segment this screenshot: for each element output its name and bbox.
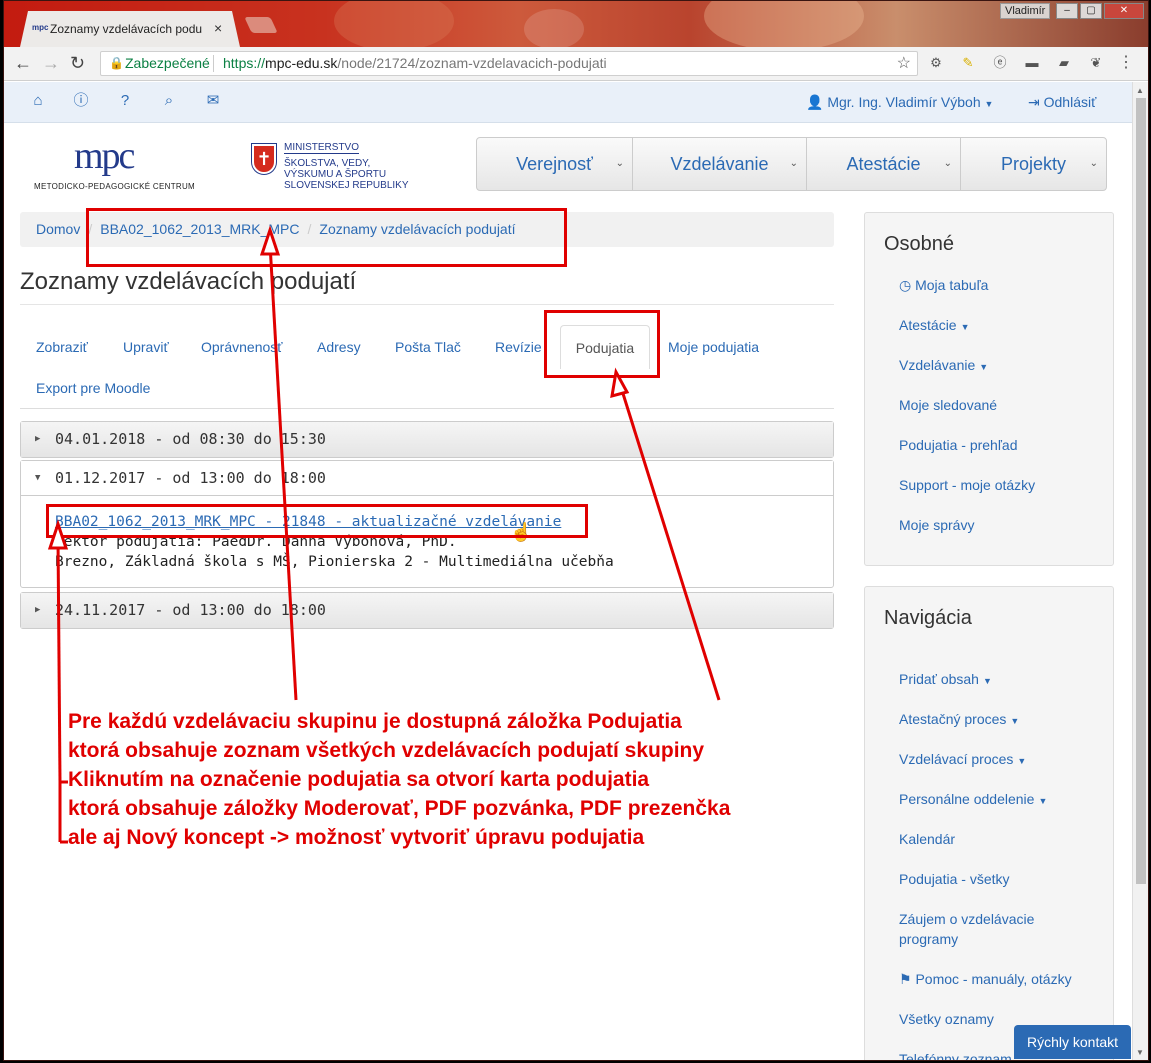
extension-pen-icon[interactable]: ✎ [960,55,976,71]
scroll-down-icon: ▼ [1136,1048,1144,1057]
extension-bar-icon[interactable]: ▬ [1024,55,1040,71]
menu-dots-icon[interactable]: ⋮ [1118,55,1134,71]
forward-icon[interactable]: → [42,53,60,74]
minimize-button[interactable]: – [1056,3,1078,19]
maximize-button[interactable]: ▢ [1080,3,1102,19]
lock-icon: 🔒 [109,56,124,70]
extension-e-icon[interactable]: ⓔ [992,55,1008,71]
scrollbar-thumb[interactable] [1136,98,1146,884]
browser-toolbar: ← → ↻ 🔒 Zabezpečené https://mpc-edu.sk/n… [4,47,1148,81]
url-text: https://mpc-edu.sk/node/21724/zoznam-vzd… [223,55,607,71]
close-tab-icon[interactable]: × [214,20,222,36]
secure-label: Zabezpečené [125,55,210,71]
page-content: ⌂ ⓘ ? ⌕ ✉ 👤 Mgr. Ing. Vladimír Výboh ▼ ⇥… [4,82,1132,1060]
profile-label[interactable]: Vladimír [1000,3,1051,19]
close-window-button[interactable]: ✕ [1104,3,1144,19]
tab-title: Zoznamy vzdelávacích podu [50,22,203,36]
annotation-text: Pre každú vzdelávaciu skupinu je dostupn… [68,710,731,849]
address-bar[interactable]: 🔒 Zabezpečené https://mpc-edu.sk/node/21… [100,51,918,76]
browser-window: mpc Zoznamy vzdelávacích podu × Vladimír… [3,0,1149,1061]
reload-icon[interactable]: ↻ [70,53,85,74]
back-icon[interactable]: ← [14,53,32,74]
favicon-icon: mpc [32,23,49,32]
annotation-arrows [47,225,721,844]
browser-tab[interactable]: mpc Zoznamy vzdelávacích podu × [20,11,240,47]
bookmark-star-icon[interactable]: ☆ [897,52,911,75]
extension-pdf-icon[interactable]: ▰ [1056,55,1072,71]
new-tab-button[interactable] [244,17,278,33]
extension-leaf-icon[interactable]: ❦ [1088,55,1104,71]
extension-gear-icon[interactable]: ⚙ [928,55,944,71]
title-bar: mpc Zoznamy vzdelávacích podu × Vladimír… [4,1,1148,51]
scroll-up-icon: ▲ [1136,86,1144,95]
scrollbar[interactable]: ▲ ▼ [1132,82,1148,1060]
